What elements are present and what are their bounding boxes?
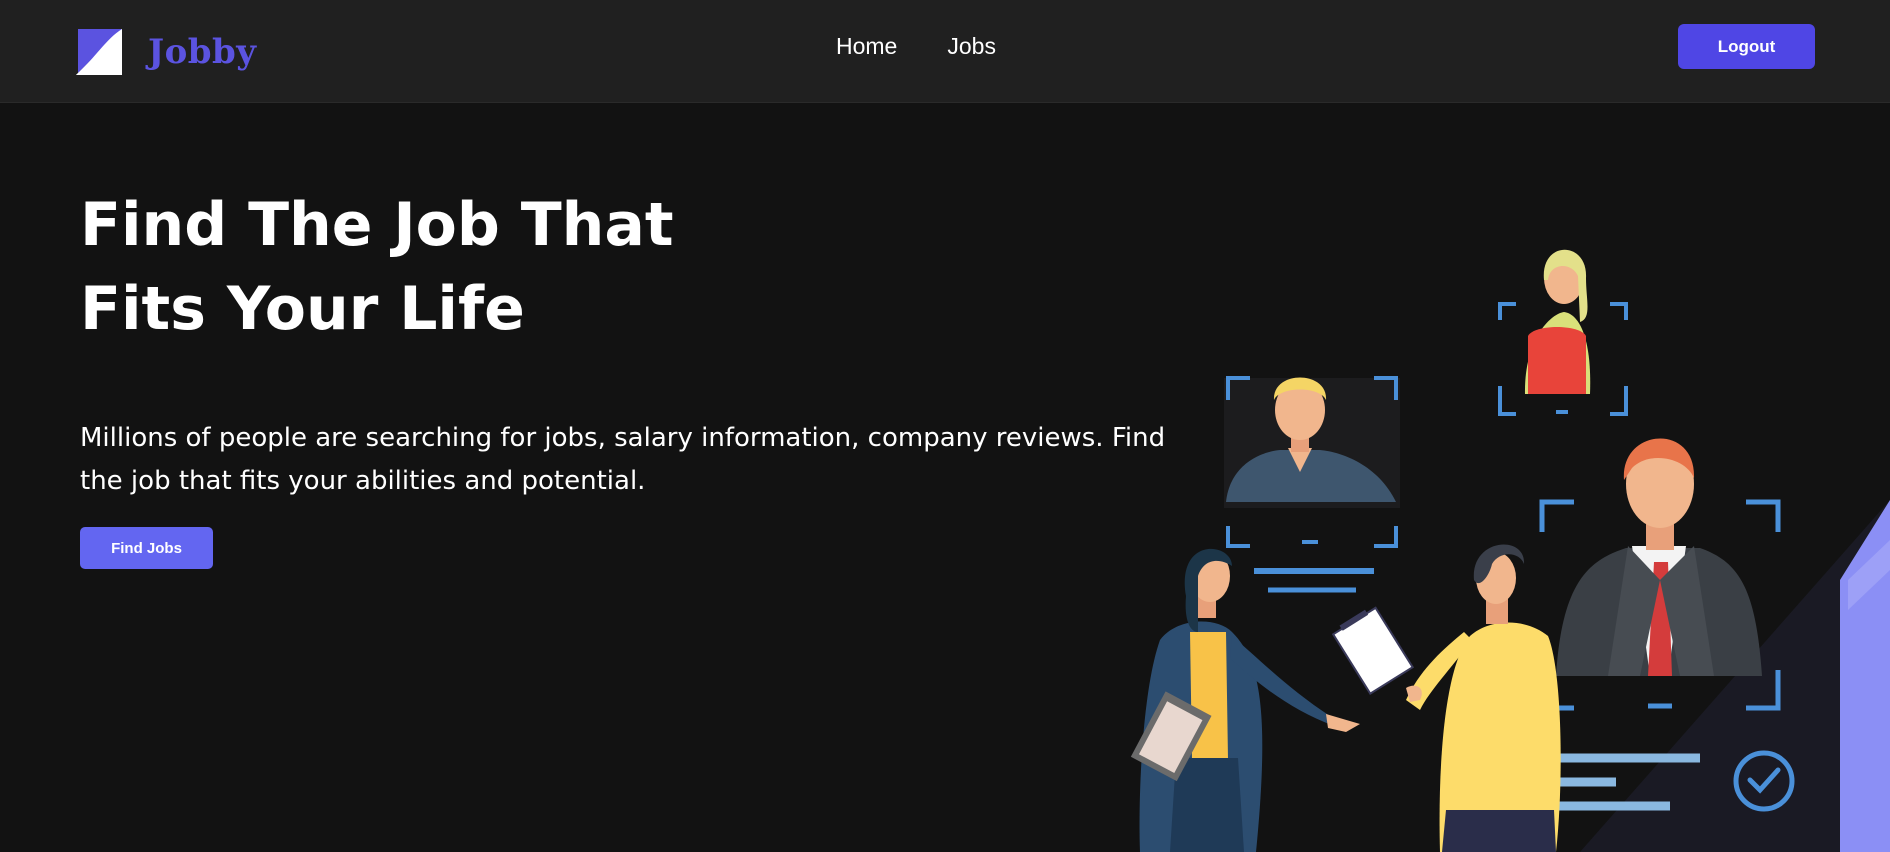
woman-with-clipboard — [1130, 548, 1360, 852]
brand-link[interactable]: Jobby — [74, 27, 257, 77]
navbar: Jobby Home Jobs Logout — [0, 0, 1890, 103]
portrait-woman-blonde — [1498, 249, 1628, 416]
hero-title-line-2: Fits Your Life — [80, 274, 525, 344]
logout-button[interactable]: Logout — [1678, 24, 1815, 69]
brand-name: Jobby — [148, 32, 257, 72]
portrait-man-blond — [1224, 376, 1400, 593]
find-jobs-button[interactable]: Find Jobs — [80, 527, 213, 569]
hero-title-line-1: Find The Job That — [80, 190, 674, 260]
hero-description: Millions of people are searching for job… — [80, 423, 1166, 496]
nav-link-home[interactable]: Home — [836, 31, 897, 61]
jobby-logo-icon — [76, 29, 122, 75]
hero-illustration — [1130, 249, 1890, 852]
man-in-yellow — [1331, 544, 1561, 852]
hero-title: Find The Job That Fits Your Life — [80, 183, 720, 351]
nav-link-jobs[interactable]: Jobs — [947, 31, 996, 61]
nav-links: Home Jobs — [836, 31, 996, 61]
